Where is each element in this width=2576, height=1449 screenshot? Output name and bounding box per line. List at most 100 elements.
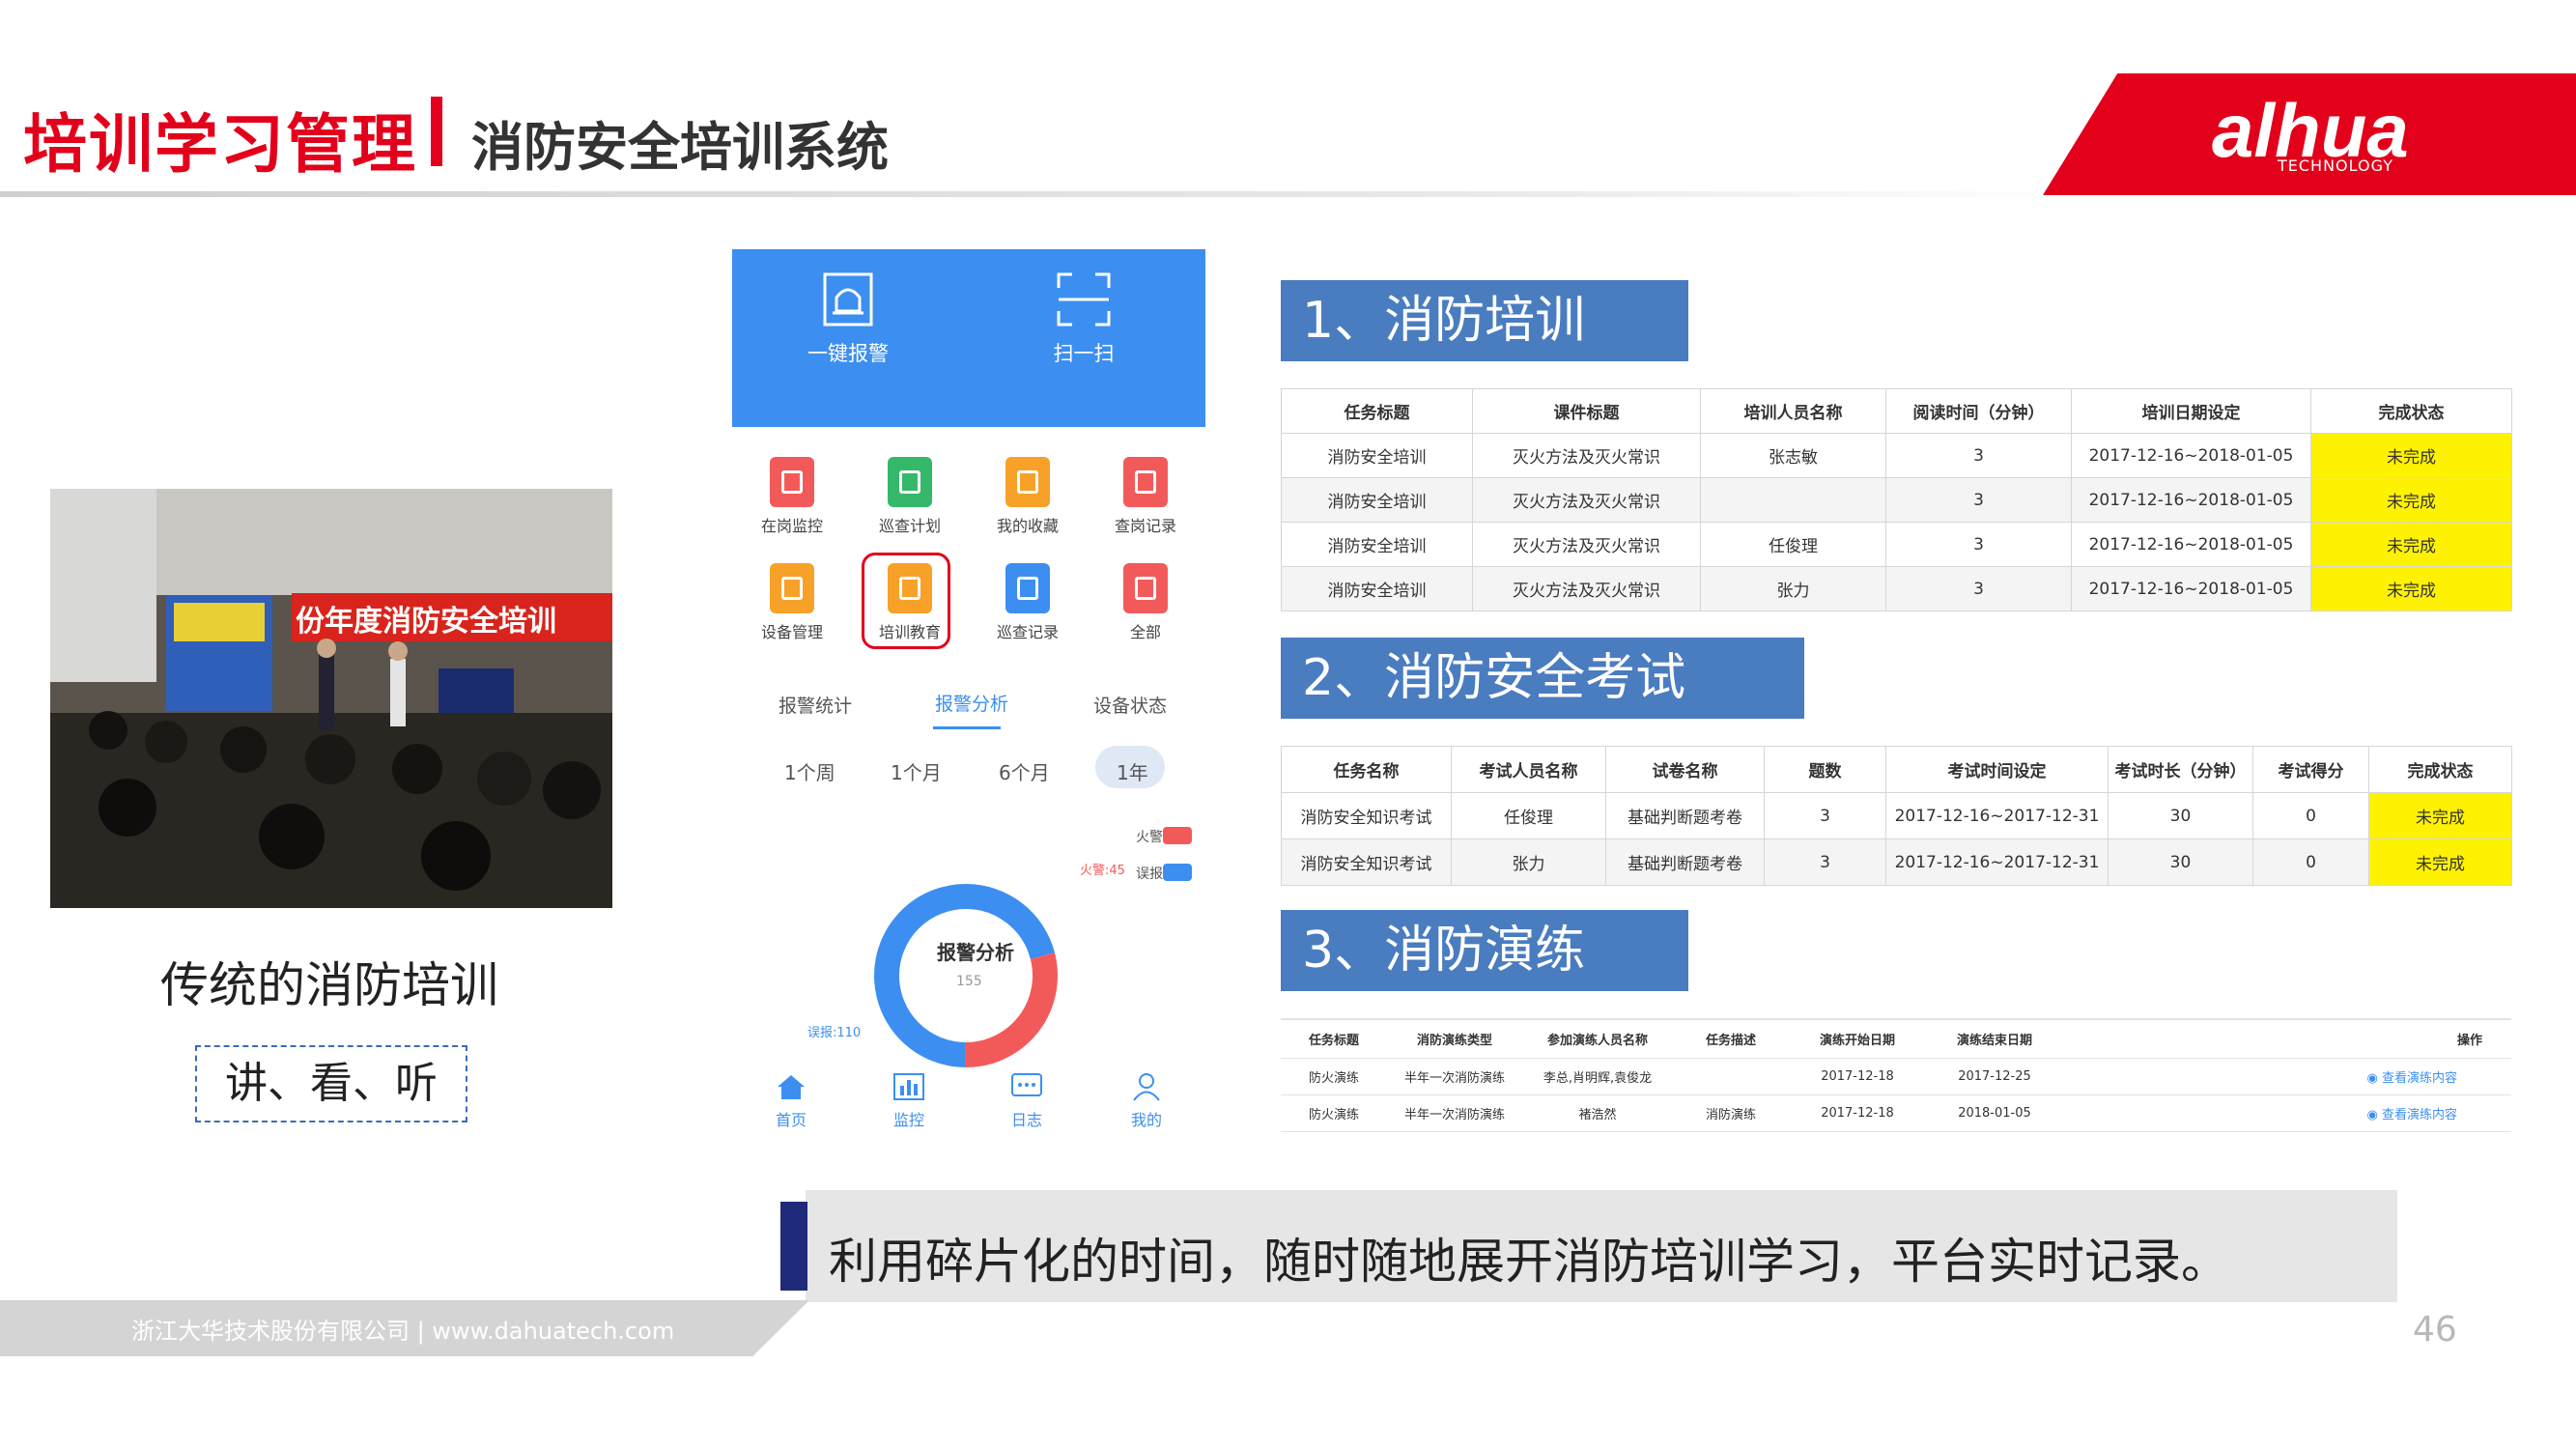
table-row: 防火演练 半年一次消防演练 褚浩然 消防演练 2017-12-18 2018-0…: [1281, 1094, 2511, 1132]
table-cell: 30: [2108, 792, 2253, 839]
column-header: 任务名称: [1281, 746, 1452, 793]
phone-header: 一键报警 扫一扫: [732, 249, 1205, 427]
view-drill-link[interactable]: ◉ 查看演练内容: [2063, 1094, 2511, 1132]
table-cell: 消防演练: [1673, 1094, 1789, 1132]
view-drill-link[interactable]: ◉ 查看演练内容: [2063, 1058, 2511, 1095]
nav-monitor[interactable]: 监控: [875, 1072, 943, 1130]
table-row: 消防安全培训 灭火方法及灭火常识 张志敏 3 2017-12-16~2018-0…: [1281, 433, 2512, 478]
column-header: 试卷名称: [1605, 746, 1765, 793]
monitor-icon: [770, 457, 814, 507]
nav-mine[interactable]: 我的: [1113, 1072, 1180, 1130]
record-icon: [1005, 563, 1050, 613]
one-key-alarm-button[interactable]: 一键报警: [780, 270, 916, 367]
tab-device-status[interactable]: 设备状态: [1093, 692, 1167, 718]
period-1-month[interactable]: 1个月: [891, 757, 942, 785]
grid-item-post-check[interactable]: 查岗记录: [1097, 457, 1194, 536]
fire-drill-table: 任务标题 消防演练类型 参加演练人员名称 任务描述 演练开始日期 演练结束日期 …: [1281, 1018, 2511, 1132]
brand-tagline: TECHNOLOGY: [2278, 156, 2393, 175]
grid-label: 巡查计划: [878, 517, 941, 535]
table-cell: 任俊理: [1700, 522, 1886, 567]
column-header: 完成状态: [2368, 746, 2512, 793]
table-cell: 张志敏: [1700, 433, 1886, 478]
table-cell: 消防安全知识考试: [1281, 792, 1452, 839]
grid-item-patrol-records[interactable]: 巡查记录: [979, 563, 1076, 642]
nav-label: 我的: [1130, 1111, 1162, 1129]
table-cell: 防火演练: [1281, 1058, 1387, 1095]
column-header: 考试人员名称: [1451, 746, 1606, 793]
table-cell: 灭火方法及灭火常识: [1472, 522, 1701, 567]
table-cell: 2017-12-16~2018-01-05: [2071, 566, 2311, 611]
table-cell: 张力: [1700, 566, 1886, 611]
grid-item-device-management[interactable]: 设备管理: [744, 563, 840, 642]
table-row: 消防安全培训 灭火方法及灭火常识 张力 3 2017-12-16~2018-01…: [1281, 566, 2512, 611]
status-cell: 未完成: [2368, 838, 2512, 886]
column-header: 参加演练人员名称: [1522, 1019, 1673, 1059]
device-icon: [770, 563, 814, 613]
bar-chart-icon: [893, 1073, 924, 1100]
column-header: 阅读时间（分钟）: [1885, 388, 2072, 434]
donut-total: 155: [956, 974, 982, 989]
title-divider: [431, 97, 442, 166]
table-cell: 消防安全培训: [1281, 522, 1473, 567]
column-header: 培训人员名称: [1700, 388, 1886, 434]
table-header-row: 任务名称 考试人员名称 试卷名称 题数 考试时间设定 考试时长（分钟） 考试得分…: [1281, 746, 2512, 793]
column-header: 课件标题: [1472, 388, 1701, 434]
nav-log[interactable]: 日志: [993, 1072, 1061, 1130]
period-1-week[interactable]: 1个周: [784, 757, 835, 785]
table-cell: 2017-12-16~2018-01-05: [2071, 477, 2311, 523]
table-cell: 3: [1764, 838, 1886, 886]
table-cell: 2017-12-25: [1926, 1058, 2063, 1095]
table-cell: 0: [2252, 792, 2369, 839]
tab-alarm-analysis[interactable]: 报警分析: [935, 690, 1008, 716]
grid-item-patrol-plan[interactable]: 巡查计划: [862, 457, 958, 536]
column-header: 任务标题: [1281, 388, 1473, 434]
table-cell: 半年一次消防演练: [1387, 1094, 1522, 1132]
legend-fire-swatch: [1163, 827, 1192, 844]
table-row: 消防安全培训 灭火方法及灭火常识 任俊理 3 2017-12-16~2018-0…: [1281, 522, 2512, 567]
table-cell: 2017-12-16~2017-12-31: [1885, 838, 2109, 886]
one-key-alarm-label: 一键报警: [807, 342, 889, 365]
status-cell: 未完成: [2310, 433, 2512, 478]
period-1-year[interactable]: 1年: [1117, 757, 1148, 785]
eye-icon: ◉: [2366, 1070, 2382, 1086]
status-cell: 未完成: [2310, 566, 2512, 611]
footer-company: 浙江大华技术股份有限公司 | www.dahuatech.com: [131, 1318, 675, 1345]
section-fire-exam-header: 2、消防安全考试: [1281, 638, 1804, 719]
grid-all-icon: [1123, 563, 1168, 613]
table-cell: 2018-01-05: [1926, 1094, 2063, 1132]
training-photo: 份年度消防安全培训: [50, 489, 612, 908]
scan-button[interactable]: 扫一扫: [1016, 270, 1151, 367]
training-methods-box: 讲、看、听: [195, 1045, 467, 1122]
table-cell: 基础判断题考卷: [1605, 792, 1765, 839]
page-title: 培训学习管理: [23, 107, 417, 182]
table-cell: 基础判断题考卷: [1605, 838, 1765, 886]
donut-fire-label: 火警:45: [1080, 864, 1125, 878]
table-cell: 防火演练: [1281, 1094, 1387, 1132]
table-cell: 3: [1764, 792, 1886, 839]
tab-alarm-statistics[interactable]: 报警统计: [778, 692, 852, 718]
home-icon: [778, 1075, 805, 1099]
table-row: 消防安全知识考试 张力 基础判断题考卷 3 2017-12-16~2017-12…: [1281, 838, 2512, 886]
column-header: 操作: [2063, 1019, 2511, 1059]
status-cell: 未完成: [2310, 477, 2512, 523]
nav-home[interactable]: 首页: [757, 1072, 825, 1130]
chat-log-icon: [1011, 1073, 1042, 1096]
grid-item-all[interactable]: 全部: [1097, 563, 1194, 642]
nav-label: 监控: [892, 1111, 924, 1129]
grid-item-monitoring[interactable]: 在岗监控: [744, 457, 840, 536]
grid-label: 查岗记录: [1114, 517, 1176, 535]
fire-training-table: 任务标题 课件标题 培训人员名称 阅读时间（分钟） 培训日期设定 完成状态 消防…: [1281, 388, 2512, 611]
table-cell: 2017-12-16~2018-01-05: [2071, 433, 2311, 478]
active-tab-indicator: [933, 726, 1001, 729]
grid-item-favorites[interactable]: 我的收藏: [979, 457, 1076, 536]
table-cell: 3: [1885, 522, 2072, 567]
period-6-months[interactable]: 6个月: [999, 757, 1050, 785]
grid-label: 我的收藏: [996, 517, 1059, 535]
header-divider-line: [0, 191, 2077, 197]
table-cell: 半年一次消防演练: [1387, 1058, 1522, 1095]
photo-banner-text: 份年度消防安全培训: [296, 605, 556, 639]
table-row: 消防安全培训 灭火方法及灭火常识 3 2017-12-16~2018-01-05…: [1281, 477, 2512, 523]
eye-icon: ◉: [2366, 1107, 2382, 1122]
column-header: 任务描述: [1673, 1019, 1789, 1059]
section-fire-training-header: 1、消防培训: [1281, 280, 1688, 361]
